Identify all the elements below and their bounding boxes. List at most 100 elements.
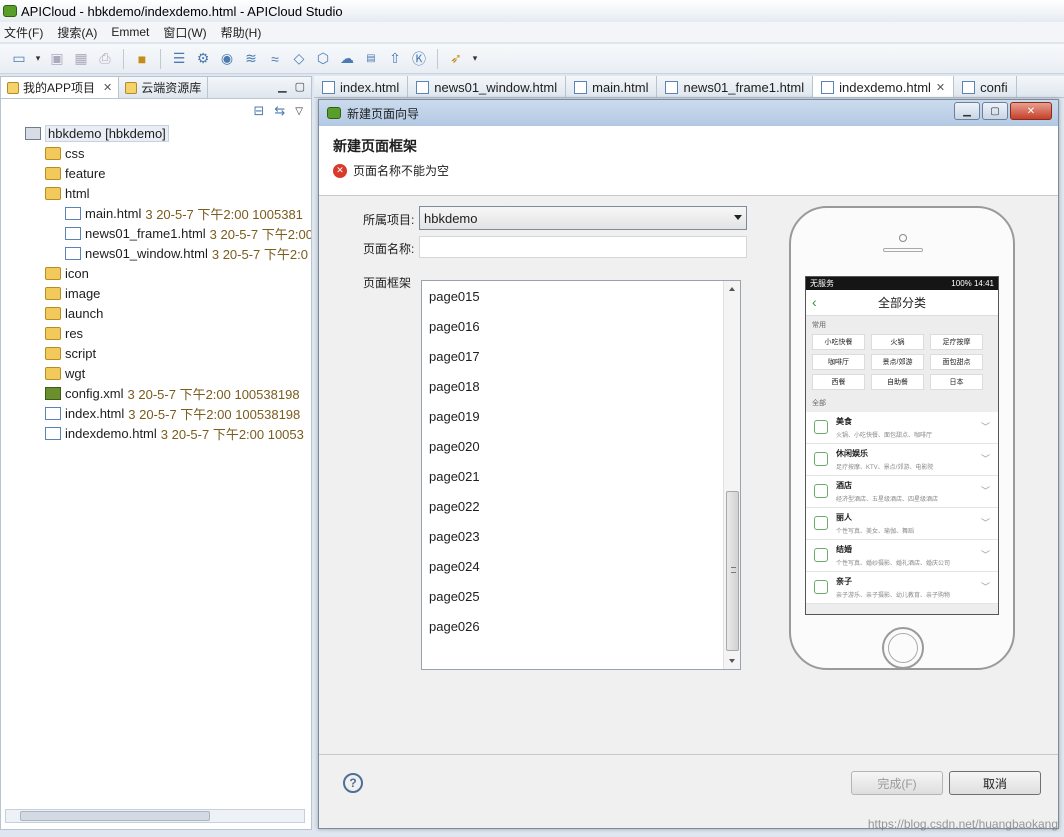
print-icon[interactable]: ⎙	[96, 50, 114, 68]
editor-tab[interactable]: main.html	[566, 76, 658, 97]
tree-item[interactable]: launch	[45, 303, 103, 323]
doc-icon[interactable]: ▤	[362, 50, 380, 68]
ok-icon[interactable]: Ⓚ	[410, 50, 428, 68]
cloud-library-icon	[125, 81, 138, 94]
frame-list-item[interactable]: page024	[429, 559, 480, 574]
tree-item[interactable]: main.html 3 20-5-7 下午2:00 1005381	[65, 203, 303, 223]
tree-item[interactable]: news01_window.html 3 20-5-7 下午2:0	[65, 243, 308, 263]
scrollbar-thumb[interactable]	[726, 491, 739, 651]
menu-emmet[interactable]: Emmet	[111, 25, 149, 39]
tree-item[interactable]: news01_frame1.html 3 20-5-7 下午2:00	[65, 223, 311, 243]
page-name-input[interactable]	[419, 236, 747, 258]
tree-item[interactable]: icon	[45, 263, 89, 283]
tree-item[interactable]: indexdemo.html 3 20-5-7 下午2:00 10053	[45, 423, 304, 443]
folder-icon	[45, 366, 61, 380]
tab-cloud-library[interactable]: 云端资源库	[119, 77, 209, 98]
minimize-icon[interactable]: ▁	[278, 80, 286, 93]
package-icon[interactable]: ■	[133, 50, 151, 68]
close-icon[interactable]: ✕	[936, 81, 945, 94]
xml-file-icon	[45, 386, 61, 400]
editor-tab[interactable]: news01_window.html	[408, 76, 567, 97]
frame-list-item[interactable]: page022	[429, 499, 480, 514]
category-name: 结婚	[836, 545, 852, 554]
dropdown-arrow-icon[interactable]: ▾	[471, 50, 479, 68]
tag-icon[interactable]: ◇	[290, 50, 308, 68]
layers-icon[interactable]: ≋	[242, 50, 260, 68]
page-frame-list[interactable]: page015 page016 page017 page018 page019 page0…	[421, 280, 741, 670]
frame-list-item[interactable]: page021	[429, 469, 480, 484]
save-all-icon[interactable]: ▦	[72, 50, 90, 68]
editor-tab[interactable]: news01_frame1.html	[657, 76, 814, 97]
frame-list-item[interactable]: page017	[429, 349, 480, 364]
menu-search[interactable]: 搜索(A)	[57, 24, 97, 41]
title-bar: APICloud - hbkdemo/indexdemo.html - APIC…	[0, 0, 1064, 22]
upload-icon[interactable]: ⇧	[386, 50, 404, 68]
frame-list-item[interactable]: page020	[429, 439, 480, 454]
speaker-icon	[883, 248, 923, 252]
tree-item[interactable]: res	[45, 323, 83, 343]
cloud-icon[interactable]: ☁	[338, 50, 356, 68]
finish-button[interactable]: 完成(F)	[851, 771, 943, 795]
wifi-icon[interactable]: ≈	[266, 50, 284, 68]
minimize-button[interactable]: ▁	[954, 102, 980, 120]
chevron-down-icon: ﹀	[980, 486, 990, 496]
folder-icon	[45, 286, 61, 300]
tree-item[interactable]: feature	[45, 163, 105, 183]
frame-list-item[interactable]: page025	[429, 589, 480, 604]
cube-icon[interactable]: ⬡	[314, 50, 332, 68]
tab-my-app-projects[interactable]: 我的APP项目 ✕	[1, 77, 120, 98]
new-icon[interactable]: ▭	[10, 50, 28, 68]
frame-list-item[interactable]: page015	[429, 289, 480, 304]
help-icon[interactable]: ?	[343, 773, 363, 793]
frame-list-item[interactable]: page026	[429, 619, 480, 634]
close-icon[interactable]: ✕	[103, 81, 112, 94]
tree-item[interactable]: config.xml 3 20-5-7 下午2:00 100538198	[45, 383, 300, 403]
menu-help[interactable]: 帮助(H)	[221, 24, 262, 41]
editor-tab-label: news01_frame1.html	[683, 79, 805, 95]
editor-tab[interactable]: indexdemo.html ✕	[813, 76, 955, 97]
tree-item[interactable]: wgt	[45, 363, 85, 383]
link-editor-icon[interactable]: ⇆	[274, 103, 285, 119]
tree-item[interactable]: hbkdemo [hbkdemo]	[25, 123, 169, 143]
scrollbar-thumb[interactable]	[20, 811, 210, 821]
tree-item[interactable]: index.html 3 20-5-7 下午2:00 100538198	[45, 403, 300, 423]
tree-item[interactable]: script	[45, 343, 96, 363]
frame-list-item[interactable]: page023	[429, 529, 480, 544]
rocket-icon[interactable]: ➶	[447, 50, 465, 68]
frame-list-item[interactable]: page016	[429, 319, 480, 334]
maximize-icon[interactable]: ▢	[295, 80, 305, 93]
editor-tab-label: indexdemo.html	[839, 79, 931, 95]
scroll-up-icon[interactable]	[729, 287, 735, 291]
wizard-heading: 新建页面框架	[333, 138, 417, 154]
document-icon[interactable]: ☰	[170, 50, 188, 68]
dropdown-arrow-icon[interactable]: ▾	[34, 50, 42, 68]
tree-item[interactable]: css	[45, 143, 85, 163]
frame-list-item[interactable]: page019	[429, 409, 480, 424]
save-icon[interactable]: ▣	[48, 50, 66, 68]
eye-icon[interactable]: ◉	[218, 50, 236, 68]
vertical-scrollbar[interactable]	[723, 281, 740, 669]
cancel-button[interactable]: 取消	[949, 771, 1041, 795]
project-tab-icon	[7, 81, 19, 94]
menu-window[interactable]: 窗口(W)	[163, 24, 206, 41]
editor-tab[interactable]: index.html	[314, 76, 409, 97]
chevron-down-icon	[734, 215, 742, 220]
tree-item[interactable]: image	[45, 283, 100, 303]
scroll-down-icon[interactable]	[729, 659, 735, 663]
collapse-all-icon[interactable]: ⊟	[253, 103, 264, 119]
close-button[interactable]: ✕	[1010, 102, 1052, 120]
frame-list-item[interactable]: page018	[429, 379, 480, 394]
horizontal-scrollbar[interactable]	[5, 809, 305, 823]
tree-item-label: css	[65, 145, 85, 161]
menu-file[interactable]: 文件(F)	[4, 24, 43, 41]
html-file-icon	[65, 246, 81, 260]
tree-item[interactable]: html	[45, 183, 90, 203]
editor-tab-label: index.html	[340, 79, 400, 95]
editor-tab[interactable]: confi	[954, 76, 1017, 97]
gear-icon[interactable]: ⚙	[194, 50, 212, 68]
project-select[interactable]: hbkdemo	[419, 206, 747, 230]
category-chip: 咖啡厅	[812, 354, 865, 370]
maximize-button[interactable]: ▢	[982, 102, 1008, 120]
wizard-header: 新建页面框架 ✕ 页面名称不能为空	[319, 126, 1058, 196]
view-menu-icon[interactable]: ▽	[295, 106, 303, 117]
